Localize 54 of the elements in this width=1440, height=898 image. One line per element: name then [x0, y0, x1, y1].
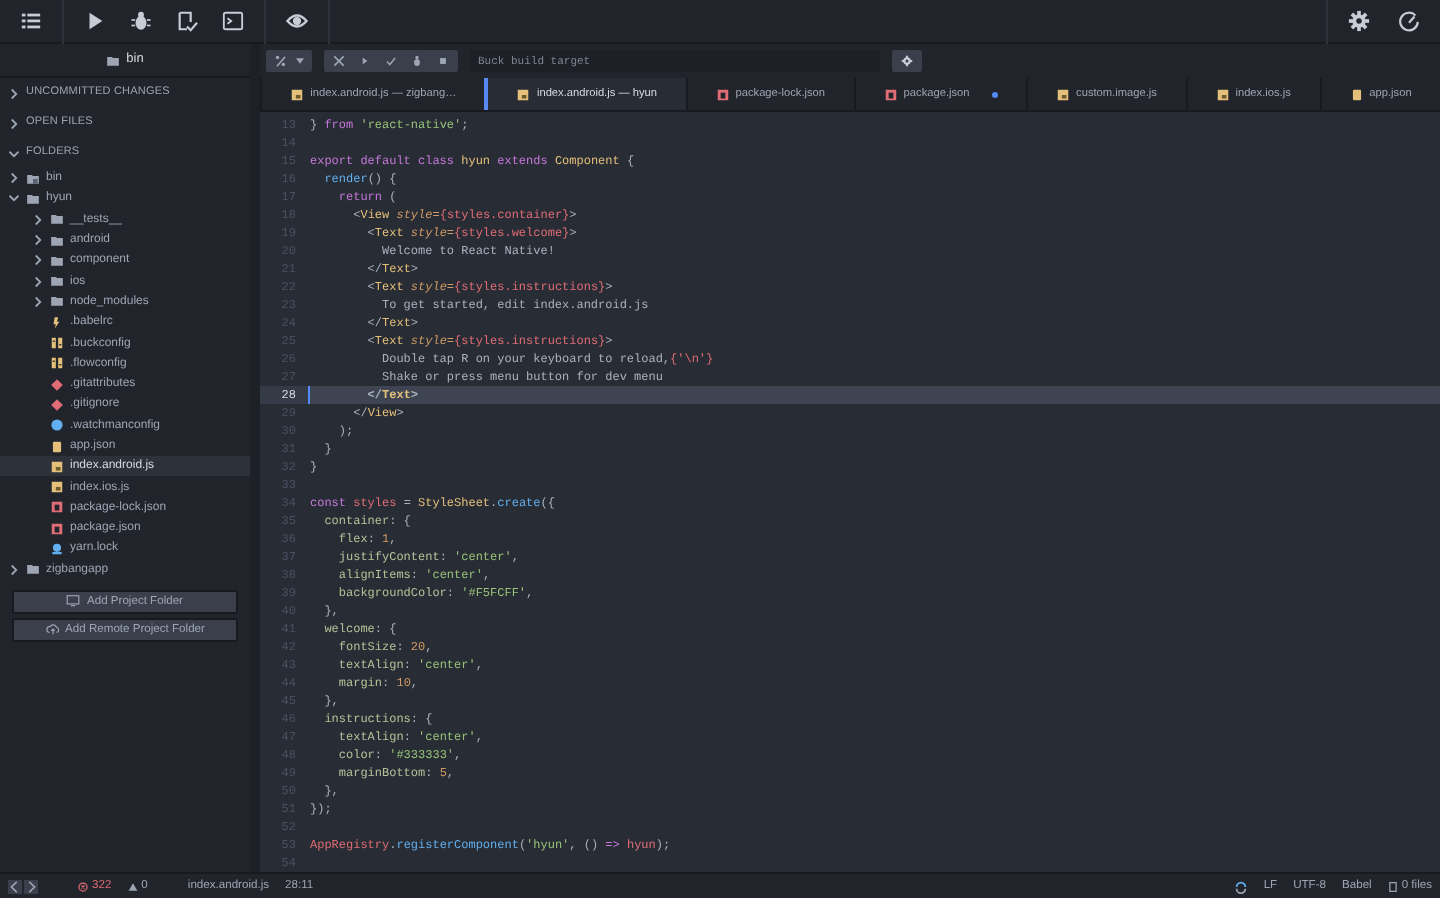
js-file-icon [290, 87, 305, 102]
js-file-icon [516, 87, 531, 102]
settings-button[interactable] [892, 50, 922, 73]
chevron-icon[interactable] [32, 213, 44, 226]
json-file-icon [50, 439, 64, 453]
sync-icon[interactable] [1233, 879, 1248, 893]
gauge-icon[interactable] [1398, 10, 1420, 32]
js-file-icon [50, 459, 64, 474]
caret-icon [296, 58, 304, 65]
bug-icon[interactable] [410, 54, 424, 69]
play-icon[interactable] [84, 10, 106, 32]
check-icon[interactable] [384, 54, 398, 69]
json-file-icon [1349, 87, 1364, 102]
checklist-icon[interactable] [176, 10, 198, 32]
chevron-icon[interactable] [8, 563, 20, 576]
bug-icon[interactable] [130, 10, 152, 32]
list-icon[interactable] [20, 10, 42, 32]
warning-icon [127, 881, 138, 891]
npm-icon [50, 500, 64, 515]
npm-icon [883, 87, 898, 102]
globe-icon [50, 418, 64, 433]
forward-icon[interactable] [24, 879, 38, 893]
target-dropdown[interactable] [266, 50, 312, 73]
folder-icon [106, 53, 121, 67]
play-icon[interactable] [358, 54, 372, 69]
config-icon [50, 356, 64, 371]
monitor-icon [66, 594, 81, 609]
chevron-icon[interactable] [32, 234, 44, 247]
eye-icon[interactable] [286, 10, 308, 32]
js-file-icon [50, 480, 64, 495]
percent-icon [274, 54, 288, 69]
chevron-icon[interactable] [32, 295, 44, 308]
babel-icon [50, 315, 64, 330]
js-file-icon [1215, 87, 1230, 102]
config-icon [50, 336, 64, 351]
error-icon [78, 881, 88, 891]
cloud-upload-icon [45, 622, 60, 637]
back-icon[interactable] [8, 879, 22, 893]
settings-icon[interactable] [1348, 10, 1370, 32]
chevron-icon[interactable] [32, 275, 44, 288]
chevron-icon[interactable] [8, 147, 20, 159]
chevron-icon[interactable] [8, 117, 20, 129]
chevron-icon[interactable] [32, 254, 44, 267]
file-icon [1387, 881, 1398, 891]
js-file-icon [1056, 87, 1071, 102]
npm-icon [50, 521, 64, 536]
terminal-icon[interactable] [222, 10, 244, 32]
folder-icon [26, 562, 40, 577]
folder-icon [26, 171, 40, 186]
chevron-icon[interactable] [8, 192, 20, 205]
chevron-icon[interactable] [8, 87, 20, 99]
npm-icon [715, 87, 730, 102]
chevron-icon[interactable] [8, 172, 20, 185]
yarn-icon [50, 541, 64, 556]
